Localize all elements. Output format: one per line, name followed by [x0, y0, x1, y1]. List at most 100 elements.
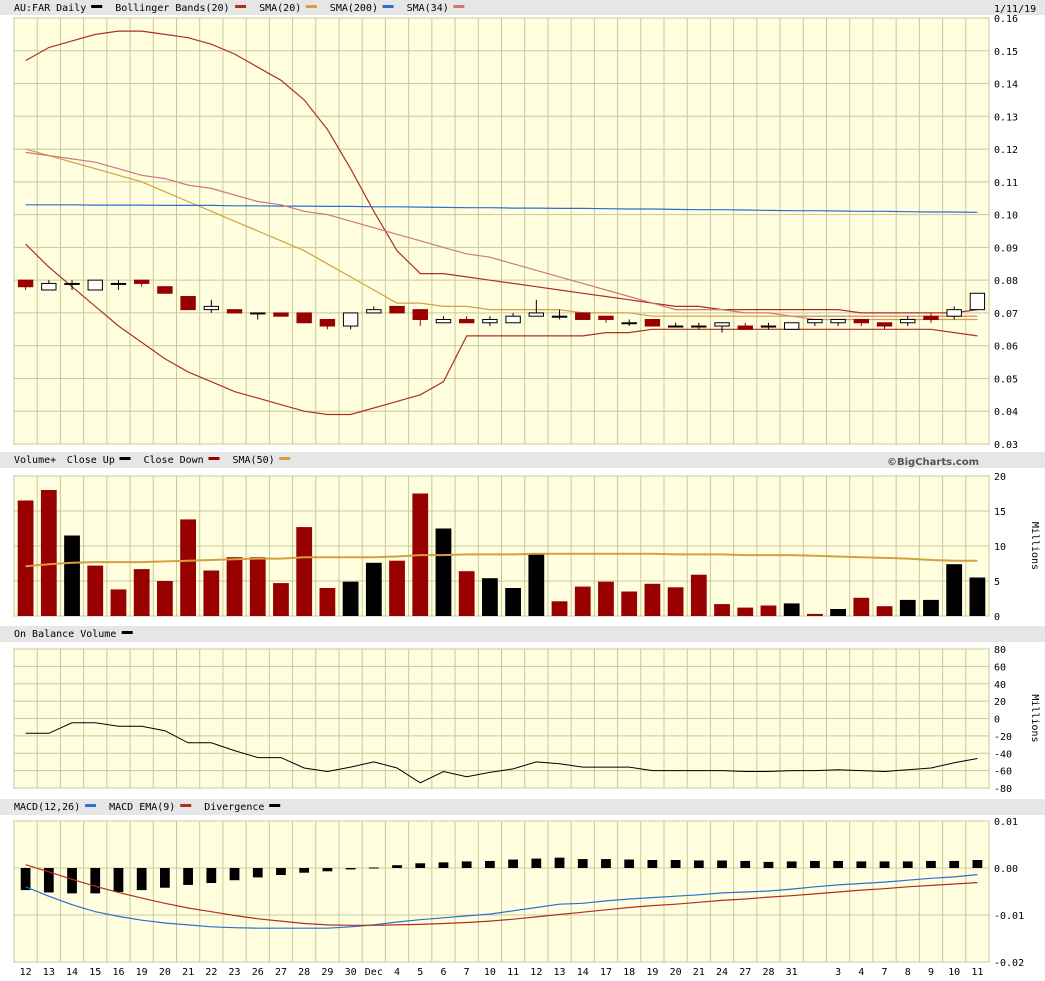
divergence-bar — [902, 861, 913, 868]
y-tick-label: -0.02 — [994, 958, 1024, 969]
divergence-bar — [368, 867, 379, 869]
divergence-bar — [577, 859, 588, 868]
volume-bar — [644, 583, 661, 616]
y-tick-label: 0.06 — [994, 342, 1018, 353]
volume-bar — [551, 601, 568, 616]
candle-body — [575, 312, 591, 320]
candle-body — [621, 322, 637, 325]
volume-bar — [876, 606, 893, 616]
candle-body — [714, 322, 730, 327]
y-tick-label: -60 — [994, 767, 1012, 778]
candle-body — [853, 318, 870, 324]
candle-body — [203, 305, 220, 311]
candle-body — [900, 318, 916, 324]
legend-label: SMA(20) — [259, 3, 301, 14]
volume-bar — [853, 597, 870, 616]
legend-label: Close Down — [144, 455, 204, 466]
candle-body — [691, 325, 707, 328]
volume-bar — [110, 589, 127, 616]
divergence-bar — [160, 868, 170, 888]
volume-bar — [64, 535, 80, 616]
divergence-bar — [183, 868, 193, 885]
x-tick-label: 16 — [112, 967, 124, 978]
volume-bar — [667, 587, 684, 616]
divergence-bar — [949, 860, 960, 868]
legend-label: Divergence — [204, 802, 264, 813]
divergence-bar — [90, 868, 101, 894]
volume-bar — [923, 599, 939, 616]
x-tick-label: 17 — [600, 967, 612, 978]
candle-body — [830, 318, 846, 324]
divergence-bar — [740, 860, 751, 868]
x-tick-label: 24 — [716, 967, 728, 978]
volume-bar — [319, 588, 336, 616]
volume-bar — [690, 574, 707, 616]
volume-bar — [157, 581, 173, 616]
divergence-bar — [879, 861, 890, 868]
y-tick-label: 5 — [994, 577, 1000, 588]
x-tick-label: 9 — [928, 967, 934, 978]
y-tick-label: 0.16 — [994, 14, 1018, 25]
volume-bar — [946, 564, 963, 616]
candle-body — [296, 312, 312, 324]
divergence-bar — [461, 861, 472, 868]
volume-bar — [435, 528, 452, 616]
divergence-bar — [276, 868, 286, 876]
candle-body — [435, 318, 452, 324]
divergence-bar — [763, 861, 774, 868]
y-tick-label: 0.14 — [994, 80, 1018, 91]
divergence-bar — [485, 860, 495, 868]
panel-backgrounds — [0, 0, 1045, 963]
y-tick-label: -80 — [994, 784, 1012, 795]
divergence-bar — [972, 860, 983, 868]
x-tick-label: 14 — [577, 967, 589, 978]
y-tick-label: 0.11 — [994, 178, 1018, 189]
y-tick-label: 0 — [994, 715, 1000, 726]
legend-label: SMA(200) — [330, 3, 378, 14]
divergence-bar — [508, 859, 518, 868]
legend-swatch — [235, 5, 247, 8]
candle-body — [157, 286, 173, 294]
x-tick-label: 7 — [464, 967, 470, 978]
volume-bar — [528, 554, 545, 616]
x-tick-label: 5 — [417, 967, 423, 978]
y-tick-label: 0.03 — [994, 440, 1018, 451]
x-tick-label: 8 — [905, 967, 911, 978]
candle-body — [458, 318, 475, 324]
legend-label: Close Up — [67, 455, 115, 466]
volume-bar — [40, 490, 57, 616]
candle-body — [598, 315, 614, 320]
candle-body — [389, 305, 405, 314]
y-tick-label: 80 — [994, 645, 1006, 656]
legend-swatch — [305, 5, 317, 8]
candle-body — [87, 279, 103, 291]
divergence-bar — [856, 861, 867, 868]
divergence-bar — [206, 868, 217, 884]
y-tick-label: 0.07 — [994, 309, 1018, 320]
candle-body — [783, 322, 800, 330]
x-tick-label: 13 — [43, 967, 55, 978]
y-tick-label: 10 — [994, 542, 1006, 553]
volume-bar — [482, 578, 498, 616]
x-tick-label: 11 — [971, 967, 983, 978]
x-tick-label: 12 — [530, 967, 542, 978]
x-tick-label: 28 — [298, 967, 310, 978]
y-tick-label: 20 — [994, 697, 1006, 708]
divergence-bar — [926, 860, 936, 868]
divergence-bar — [136, 868, 147, 891]
candle-body — [64, 282, 80, 285]
volume-bar — [737, 607, 754, 616]
x-tick-label: Dec — [365, 967, 383, 978]
volume-bar — [203, 570, 220, 616]
x-tick-label: 30 — [345, 967, 357, 978]
candle-body — [482, 318, 498, 324]
x-tick-label: 31 — [786, 967, 798, 978]
legend-swatch — [121, 631, 133, 634]
y-tick-label: 0.00 — [994, 864, 1018, 875]
candle-body — [273, 312, 289, 317]
x-tick-label: 19 — [136, 967, 148, 978]
x-tick-label: 28 — [762, 967, 774, 978]
y-tick-label: 15 — [994, 507, 1006, 518]
divergence-bar — [531, 858, 542, 868]
volume-bar — [365, 562, 382, 616]
